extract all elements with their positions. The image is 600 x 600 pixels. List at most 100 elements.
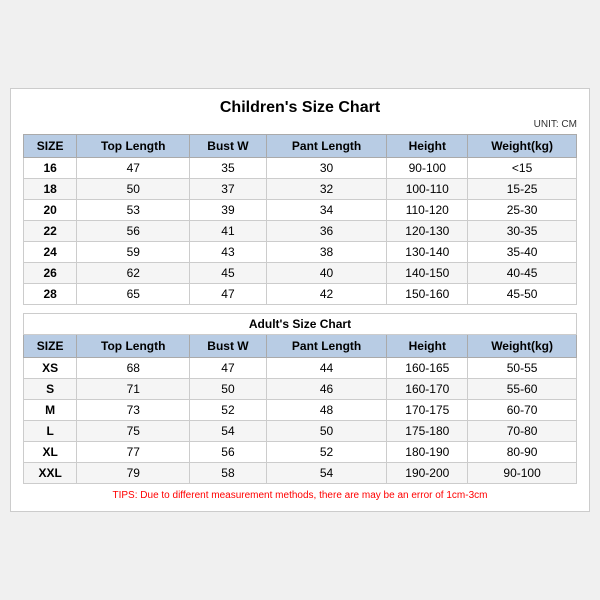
table-cell: 150-160 [387,284,468,305]
adults-section-title: Adult's Size Chart [24,314,577,335]
table-cell: 40-45 [468,263,577,284]
table-cell: 30-35 [468,221,577,242]
table-cell: 47 [190,284,266,305]
chart-title: Children's Size Chart [23,99,577,117]
table-row: M735248170-17560-70 [24,400,577,421]
table-cell: 100-110 [387,179,468,200]
adults-col-top-length: Top Length [77,335,190,358]
adults-col-pant-length: Pant Length [266,335,387,358]
table-cell: 40 [266,263,387,284]
table-cell: 50 [190,379,266,400]
table-cell: 46 [266,379,387,400]
table-cell: 22 [24,221,77,242]
unit-label: UNIT: CM [23,119,577,130]
table-cell: 35-40 [468,242,577,263]
adults-col-height: Height [387,335,468,358]
table-cell: <15 [468,158,577,179]
table-row: XXL795854190-20090-100 [24,463,577,484]
table-cell: XL [24,442,77,463]
table-cell: 48 [266,400,387,421]
table-row: 20533934110-12025-30 [24,200,577,221]
table-row: 22564136120-13030-35 [24,221,577,242]
adults-header-row: SIZE Top Length Bust W Pant Length Heigh… [24,335,577,358]
table-cell: 50 [77,179,190,200]
table-cell: 75 [77,421,190,442]
table-cell: 20 [24,200,77,221]
table-cell: 16 [24,158,77,179]
children-table-body: 1647353090-100<1518503732100-11015-25205… [24,158,577,305]
tips-text: TIPS: Due to different measurement metho… [23,490,577,501]
table-row: XL775652180-19080-90 [24,442,577,463]
table-cell: 77 [77,442,190,463]
table-cell: 30 [266,158,387,179]
table-cell: 160-170 [387,379,468,400]
table-cell: 26 [24,263,77,284]
table-cell: 56 [77,221,190,242]
children-size-table: SIZE Top Length Bust W Pant Length Heigh… [23,134,577,305]
table-cell: 65 [77,284,190,305]
table-row: L755450175-18070-80 [24,421,577,442]
table-cell: 60-70 [468,400,577,421]
adults-col-bust-w: Bust W [190,335,266,358]
table-cell: L [24,421,77,442]
table-cell: 175-180 [387,421,468,442]
table-cell: 90-100 [387,158,468,179]
children-col-height: Height [387,135,468,158]
table-cell: 110-120 [387,200,468,221]
table-cell: 44 [266,358,387,379]
table-cell: 70-80 [468,421,577,442]
table-cell: 41 [190,221,266,242]
table-cell: S [24,379,77,400]
table-cell: 32 [266,179,387,200]
table-cell: 36 [266,221,387,242]
table-cell: 54 [190,421,266,442]
adults-title-row: Adult's Size Chart [24,314,577,335]
table-cell: 50 [266,421,387,442]
table-cell: 42 [266,284,387,305]
table-cell: 53 [77,200,190,221]
table-cell: 45 [190,263,266,284]
table-cell: 56 [190,442,266,463]
table-cell: 34 [266,200,387,221]
table-cell: 58 [190,463,266,484]
size-chart-container: Children's Size Chart UNIT: CM SIZE Top … [10,88,590,512]
table-cell: 47 [77,158,190,179]
table-cell: 180-190 [387,442,468,463]
table-cell: 73 [77,400,190,421]
table-cell: 39 [190,200,266,221]
table-cell: M [24,400,77,421]
table-cell: 68 [77,358,190,379]
children-col-pant-length: Pant Length [266,135,387,158]
table-cell: 170-175 [387,400,468,421]
table-cell: 71 [77,379,190,400]
table-cell: 25-30 [468,200,577,221]
table-row: 26624540140-15040-45 [24,263,577,284]
children-col-size: SIZE [24,135,77,158]
table-cell: 35 [190,158,266,179]
table-cell: 90-100 [468,463,577,484]
table-row: 18503732100-11015-25 [24,179,577,200]
table-cell: 50-55 [468,358,577,379]
children-col-weight: Weight(kg) [468,135,577,158]
table-cell: 55-60 [468,379,577,400]
adults-size-table: Adult's Size Chart SIZE Top Length Bust … [23,313,577,484]
table-row: 28654742150-16045-50 [24,284,577,305]
table-cell: 59 [77,242,190,263]
table-cell: 47 [190,358,266,379]
adults-col-weight: Weight(kg) [468,335,577,358]
table-cell: 54 [266,463,387,484]
table-cell: XS [24,358,77,379]
table-row: 1647353090-100<15 [24,158,577,179]
table-cell: 52 [190,400,266,421]
table-cell: 37 [190,179,266,200]
table-cell: 24 [24,242,77,263]
table-row: S715046160-17055-60 [24,379,577,400]
children-header-row: SIZE Top Length Bust W Pant Length Heigh… [24,135,577,158]
table-cell: 45-50 [468,284,577,305]
table-cell: 28 [24,284,77,305]
table-cell: 140-150 [387,263,468,284]
table-cell: 38 [266,242,387,263]
table-cell: XXL [24,463,77,484]
table-cell: 80-90 [468,442,577,463]
table-cell: 130-140 [387,242,468,263]
